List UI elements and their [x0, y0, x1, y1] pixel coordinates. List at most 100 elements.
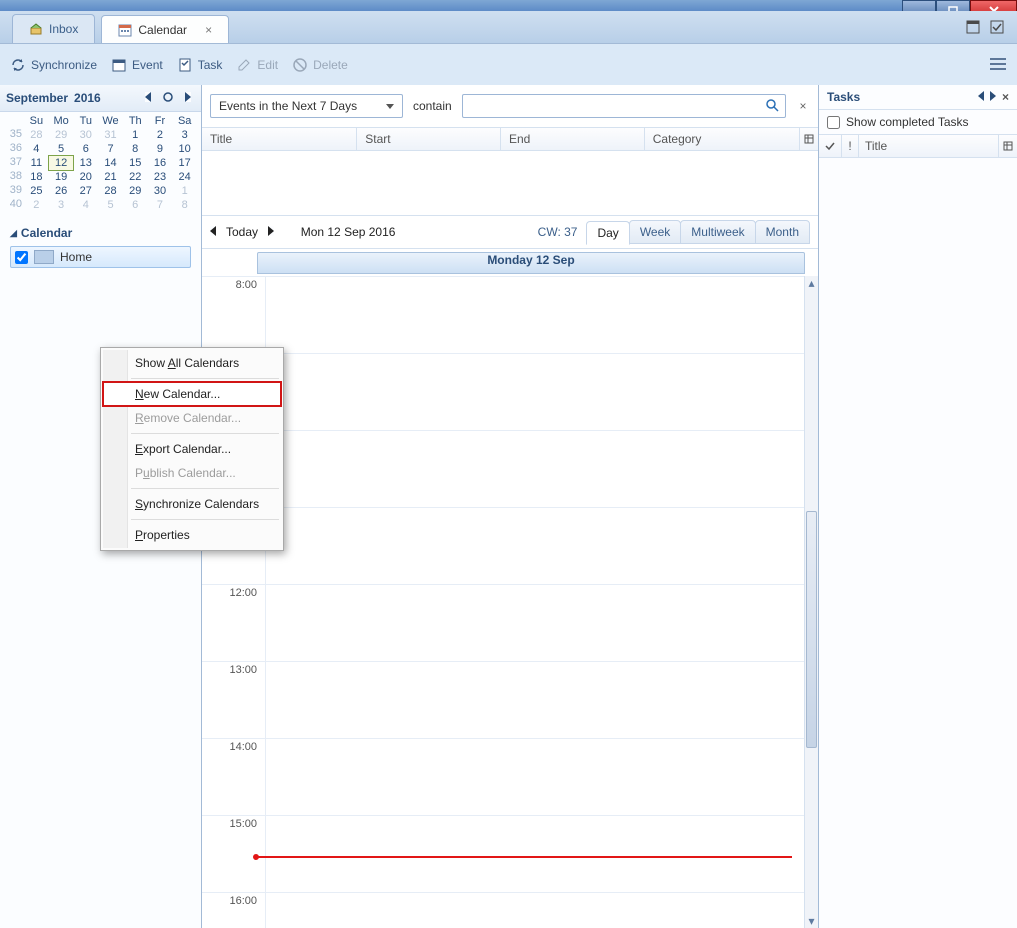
minicalendar-day[interactable]: 16 [148, 156, 173, 170]
col-start[interactable]: Start [357, 128, 501, 150]
time-row[interactable]: 16:00 [202, 892, 805, 928]
minicalendar-day[interactable]: 29 [49, 128, 74, 142]
col-end[interactable]: End [501, 128, 645, 150]
day-time-grid[interactable]: 8:009:0010:0011:0012:0013:0014:0015:0016… [202, 276, 818, 928]
view-multiweek[interactable]: Multiweek [680, 220, 755, 244]
daynav-next[interactable] [268, 225, 274, 239]
tab-close-icon[interactable]: × [205, 23, 212, 37]
minicalendar-prev[interactable] [141, 91, 155, 105]
filter-close-button[interactable]: × [796, 99, 810, 113]
minicalendar-day[interactable]: 4 [24, 142, 49, 156]
minicalendar-day[interactable]: 24 [172, 170, 197, 184]
scroll-up-arrow[interactable]: ▴ [805, 276, 818, 290]
scroll-down-arrow[interactable]: ▾ [805, 914, 818, 928]
minicalendar-day[interactable]: 12 [49, 156, 74, 170]
minicalendar-day[interactable]: 1 [172, 184, 197, 198]
minicalendar-day[interactable]: 18 [24, 170, 49, 184]
minicalendar-day[interactable]: 5 [98, 198, 123, 212]
minicalendar-day[interactable]: 21 [98, 170, 123, 184]
time-row[interactable]: 13:00 [202, 661, 805, 738]
minicalendar-day[interactable]: 9 [148, 142, 173, 156]
view-day[interactable]: Day [586, 221, 629, 245]
col-title[interactable]: Title [202, 128, 357, 150]
scroll-thumb[interactable] [806, 511, 817, 748]
minicalendar-day[interactable]: 3 [172, 128, 197, 142]
toolbar-delete[interactable]: Delete [292, 57, 348, 73]
minicalendar-day[interactable]: 27 [73, 184, 98, 198]
minicalendar-day[interactable]: 28 [98, 184, 123, 198]
col-category[interactable]: Category [645, 128, 799, 150]
tasks-close[interactable]: × [1002, 90, 1009, 104]
tasks-col-config-icon[interactable] [999, 135, 1017, 157]
time-row[interactable]: 14:00 [202, 738, 805, 815]
tab-calendar[interactable]: Calendar × [101, 15, 229, 44]
minicalendar-day[interactable]: 19 [49, 170, 74, 184]
filter-range-dropdown[interactable]: Events in the Next 7 Days [210, 94, 403, 118]
tasks-col-check[interactable] [819, 135, 842, 157]
toolbar-synchronize[interactable]: Synchronize [10, 57, 97, 73]
minicalendar-day[interactable]: 5 [49, 142, 74, 156]
toolbar-event[interactable]: Event [111, 57, 163, 73]
minicalendar-day[interactable]: 8 [172, 198, 197, 212]
context-menu-item[interactable]: Export Calendar... [103, 437, 281, 461]
calendar-tree-header[interactable]: ◢ Calendar [10, 226, 191, 240]
tab-inbox[interactable]: Inbox [12, 14, 95, 43]
minicalendar-day[interactable]: 2 [148, 128, 173, 142]
tasks-col-title[interactable]: Title [859, 135, 999, 157]
time-row[interactable]: 9:00 [202, 353, 805, 430]
minicalendar-day[interactable]: 11 [24, 156, 49, 170]
minicalendar-day[interactable]: 31 [98, 128, 123, 142]
time-row[interactable]: 11:00 [202, 507, 805, 584]
minicalendar-day[interactable]: 4 [73, 198, 98, 212]
minicalendar-day[interactable]: 25 [24, 184, 49, 198]
context-menu-item[interactable]: Properties [103, 523, 281, 547]
minicalendar-today[interactable] [161, 91, 175, 106]
minicalendar-day[interactable]: 23 [148, 170, 173, 184]
time-row[interactable]: 8:00 [202, 276, 805, 353]
minicalendar-day[interactable]: 26 [49, 184, 74, 198]
minicalendar-day[interactable]: 13 [73, 156, 98, 170]
minicalendar-day[interactable]: 30 [148, 184, 173, 198]
filter-search-box[interactable] [462, 94, 786, 118]
context-menu-item[interactable]: Show All Calendars [103, 351, 281, 375]
minicalendar-day[interactable]: 7 [98, 142, 123, 156]
minicalendar-day[interactable]: 7 [148, 198, 173, 212]
minicalendar-day[interactable]: 6 [73, 142, 98, 156]
minicalendar-day[interactable]: 14 [98, 156, 123, 170]
titlebar-button-2[interactable] [989, 19, 1005, 35]
search-icon[interactable] [765, 98, 779, 115]
minicalendar-day[interactable]: 17 [172, 156, 197, 170]
minicalendar-day[interactable]: 22 [123, 170, 148, 184]
minicalendar-day[interactable]: 1 [123, 128, 148, 142]
minicalendar-day[interactable]: 28 [24, 128, 49, 142]
calendar-item-checkbox[interactable] [15, 251, 28, 264]
tasks-next[interactable] [990, 90, 996, 104]
minicalendar-day[interactable]: 15 [123, 156, 148, 170]
view-week[interactable]: Week [629, 220, 681, 244]
view-month[interactable]: Month [755, 220, 810, 244]
toolbar-edit[interactable]: Edit [236, 57, 278, 73]
minicalendar-day[interactable]: 10 [172, 142, 197, 156]
filter-search-input[interactable] [469, 98, 765, 114]
toolbar-task[interactable]: Task [177, 57, 223, 73]
toolbar-menu-button[interactable] [989, 57, 1007, 74]
minicalendar-day[interactable]: 20 [73, 170, 98, 184]
tasks-col-priority[interactable]: ! [842, 135, 859, 157]
daynav-prev[interactable] [210, 225, 216, 239]
context-menu-item[interactable]: Synchronize Calendars [103, 492, 281, 516]
time-row[interactable]: 10:00 [202, 430, 805, 507]
vertical-scrollbar[interactable]: ▴ ▾ [804, 276, 818, 928]
minicalendar-day[interactable]: 30 [73, 128, 98, 142]
calendar-item-home[interactable]: Home [10, 246, 191, 268]
minicalendar-day[interactable]: 6 [123, 198, 148, 212]
titlebar-button-1[interactable] [965, 19, 981, 35]
show-completed-checkbox[interactable] [827, 116, 840, 129]
tasks-prev[interactable] [978, 90, 984, 104]
time-row[interactable]: 15:00 [202, 815, 805, 892]
context-menu-item[interactable]: New Calendar... [103, 382, 281, 406]
time-row[interactable]: 12:00 [202, 584, 805, 661]
minicalendar-next[interactable] [181, 91, 195, 105]
daynav-today-label[interactable]: Today [226, 225, 258, 239]
minicalendar-day[interactable]: 2 [24, 198, 49, 212]
minicalendar-day[interactable]: 3 [49, 198, 74, 212]
